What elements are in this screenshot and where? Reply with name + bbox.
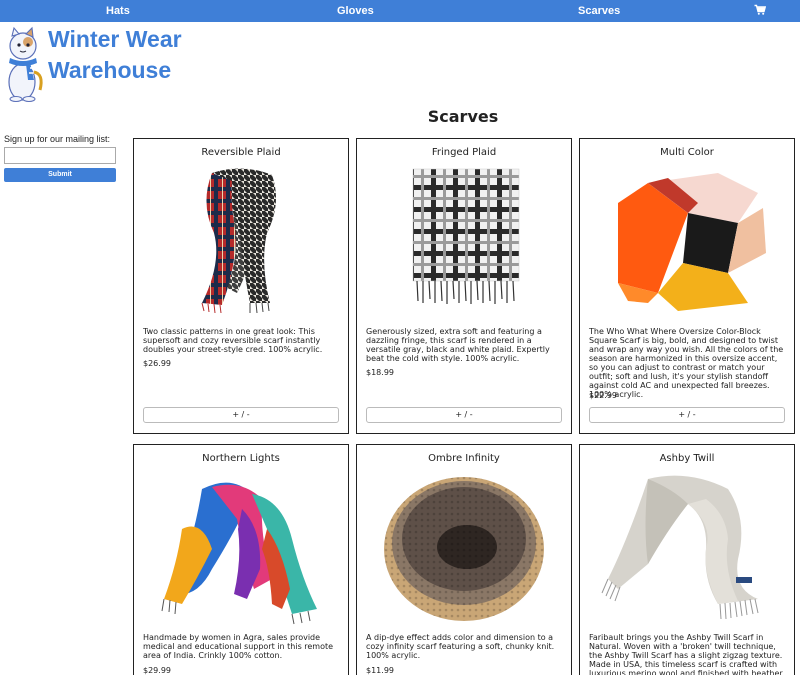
- nav-link-scarves[interactable]: Scarves: [578, 5, 620, 17]
- submit-button[interactable]: Submit: [4, 168, 116, 182]
- multi-color-scarf-image[interactable]: [588, 163, 786, 321]
- quantity-button[interactable]: + / -: [143, 407, 339, 423]
- product-price: $22.99: [589, 391, 617, 400]
- fringed-plaid-scarf-image[interactable]: [365, 163, 563, 321]
- product-price: $29.99: [143, 666, 171, 675]
- product-description: Two classic patterns in one great look: …: [143, 327, 323, 354]
- product-card: Ombre Infinity A dip-dye effect adds col…: [356, 444, 572, 675]
- top-nav-bar: Hats Gloves Scarves: [0, 0, 800, 22]
- product-name: Reversible Plaid: [201, 147, 281, 158]
- ombre-infinity-scarf-image[interactable]: [365, 469, 563, 627]
- northern-lights-scarf-image[interactable]: [142, 469, 340, 627]
- mailing-list-label: Sign up for our mailing list:: [4, 134, 111, 144]
- product-name: Northern Lights: [202, 453, 280, 464]
- logo-line-1: Winter Wear: [48, 26, 182, 52]
- product-description: A dip-dye effect adds color and dimensio…: [366, 633, 555, 660]
- product-card: Northern Lights Handmade by women in Agr…: [133, 444, 349, 675]
- product-name: Multi Color: [660, 147, 714, 158]
- email-input[interactable]: [4, 147, 116, 164]
- product-description: The Who What Where Oversize Color-Block …: [589, 327, 784, 399]
- product-description: Faribault brings you the Ashby Twill Sca…: [589, 633, 783, 675]
- cart-icon[interactable]: [754, 4, 766, 16]
- product-card: Reversible Plaid Two classic patterns in…: [133, 138, 349, 434]
- nav-link-gloves[interactable]: Gloves: [337, 5, 374, 17]
- quantity-button[interactable]: + / -: [589, 407, 785, 423]
- product-name: Ashby Twill: [659, 453, 715, 464]
- product-description: Generously sized, extra soft and featuri…: [366, 327, 550, 363]
- product-card: Ashby Twill Faribault brings you the Ash…: [579, 444, 795, 675]
- product-price: $26.99: [143, 359, 171, 368]
- product-name: Ombre Infinity: [428, 453, 500, 464]
- product-price: $11.99: [366, 666, 394, 675]
- nav-link-hats[interactable]: Hats: [106, 5, 130, 17]
- product-card: Fringed Plaid Generously sized, extra so…: [356, 138, 572, 434]
- page-title: Scarves: [427, 107, 499, 126]
- logo-line-2: Warehouse: [48, 57, 172, 83]
- logo-text: Winter Wear Warehouse: [48, 24, 182, 86]
- ashby-twill-scarf-image[interactable]: [588, 469, 786, 627]
- reversible-plaid-scarf-image[interactable]: [142, 163, 340, 321]
- quantity-button[interactable]: + / -: [366, 407, 562, 423]
- product-price: $18.99: [366, 368, 394, 377]
- mailing-list-form: Sign up for our mailing list: Submit: [4, 134, 116, 182]
- site-logo[interactable]: Winter Wear Warehouse: [4, 24, 184, 102]
- product-card: Multi Color The Who What Where Oversize …: [579, 138, 795, 434]
- product-name: Fringed Plaid: [431, 147, 497, 158]
- mascot-icon: [8, 26, 43, 102]
- product-description: Handmade by women in Agra, sales provide…: [143, 633, 334, 660]
